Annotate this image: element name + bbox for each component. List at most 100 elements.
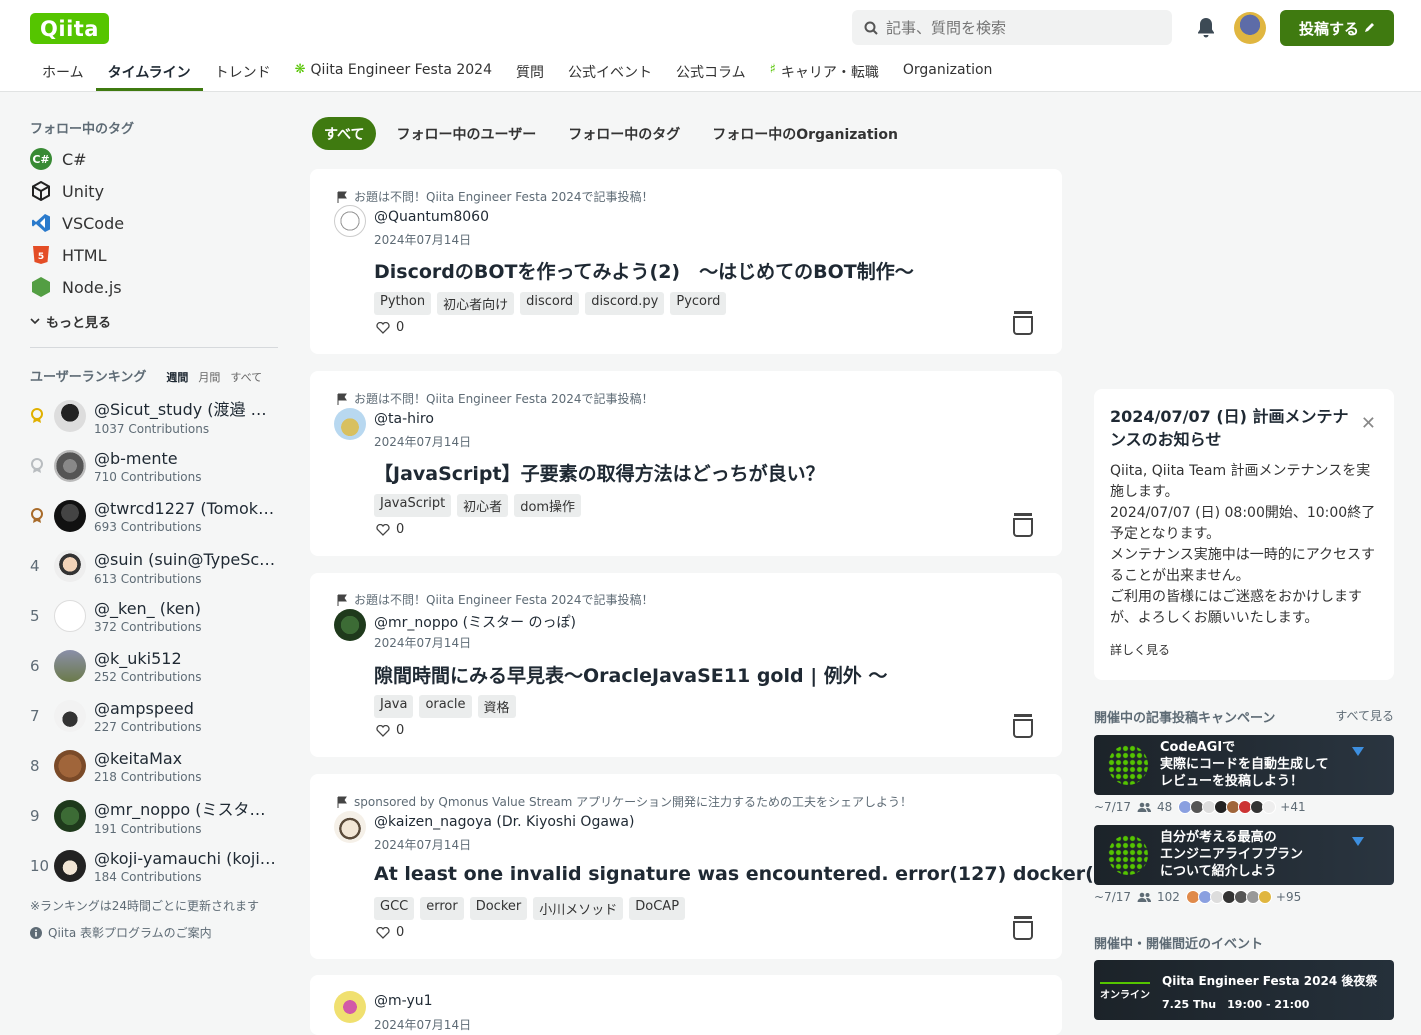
nav-label: トレンド bbox=[214, 65, 271, 81]
tag-item-csharp[interactable]: C# C# bbox=[30, 143, 278, 175]
ranking-note: ※ランキングは24時間ごとに更新されます bbox=[30, 899, 259, 913]
nav-festa[interactable]: ❋ Qiita Engineer Festa 2024 bbox=[283, 56, 504, 91]
unity-icon bbox=[30, 180, 52, 202]
avatar[interactable] bbox=[334, 408, 366, 440]
tag-chip[interactable]: discord.py bbox=[585, 292, 665, 315]
event-banner[interactable]: オンライン Qiita Engineer Festa 2024 後夜祭 7.25… bbox=[1094, 960, 1394, 1020]
filter-following-users[interactable]: フォロー中のユーザー bbox=[384, 117, 548, 150]
campaign-deadline: ~7/17 bbox=[1094, 890, 1132, 904]
campaign-banner[interactable]: 自分が考える最高の エンジニアライフプラン について紹介しよう bbox=[1094, 825, 1394, 885]
article-card[interactable]: お題は不問！Qiita Engineer Festa 2024で記事投稿！ @m… bbox=[310, 573, 1062, 757]
tag-item-nodejs[interactable]: Node.js bbox=[30, 271, 278, 303]
post-button[interactable]: 投稿する bbox=[1280, 10, 1394, 46]
tag-chip[interactable]: 資格 bbox=[477, 695, 516, 718]
tag-chip[interactable]: DoCAP bbox=[629, 897, 686, 920]
article-author[interactable]: @mr_noppo (ミスター のっぽ) bbox=[374, 612, 576, 632]
avatar[interactable] bbox=[334, 205, 366, 237]
show-more-tags[interactable]: もっと見る bbox=[30, 311, 278, 331]
nav-official-column[interactable]: 公式コラム bbox=[664, 56, 758, 91]
tag-chip[interactable]: Python bbox=[374, 292, 432, 315]
tag-chip[interactable]: 初心者 bbox=[457, 494, 509, 517]
program-link-label: Qiita 表彰プログラムのご案内 bbox=[48, 926, 212, 940]
tag-chip[interactable]: GCC bbox=[374, 897, 415, 920]
article-title[interactable]: 【JavaScript】子要素の取得方法はどっちが良い？ bbox=[374, 459, 825, 486]
stock-icon[interactable] bbox=[1012, 512, 1034, 538]
nav-trend[interactable]: トレンド bbox=[203, 56, 283, 91]
nav-home[interactable]: ホーム bbox=[30, 56, 96, 91]
nav-official-events[interactable]: 公式イベント bbox=[556, 56, 664, 91]
tag-chip[interactable]: JavaScript bbox=[374, 494, 452, 517]
avatar[interactable] bbox=[334, 991, 366, 1023]
my-avatar[interactable] bbox=[1234, 12, 1266, 44]
ranking-row[interactable]: 10 @koji-yamauchi (koji yamauchi)184 Con… bbox=[30, 841, 278, 891]
feed-filters: すべて フォロー中のユーザー フォロー中のタグ フォロー中のOrganizati… bbox=[312, 117, 910, 150]
nav-career[interactable]: ♯ キャリア・転職 bbox=[758, 56, 891, 91]
stock-icon[interactable] bbox=[1012, 310, 1034, 336]
article-title[interactable]: DiscordのBOTを作ってみよう(2) 〜はじめてのBOT制作〜 bbox=[374, 257, 914, 284]
close-icon[interactable]: ✕ bbox=[1361, 413, 1376, 434]
ranking-contributions: 693 Contributions bbox=[94, 519, 202, 534]
ranking-row[interactable]: @Sicut_study (渡邉 臣 | AI×Web... 1037 Contr… bbox=[30, 391, 278, 441]
search-box[interactable] bbox=[852, 10, 1172, 45]
article-card[interactable]: お題は不問！Qiita Engineer Festa 2024で記事投稿！ @Q… bbox=[310, 169, 1062, 354]
article-author[interactable]: @Quantum8060 bbox=[374, 209, 489, 225]
tag-chip[interactable]: Docker bbox=[469, 897, 528, 920]
tag-chip[interactable]: error bbox=[420, 897, 464, 920]
triangle-mark-icon bbox=[1352, 837, 1364, 846]
tag-chip[interactable]: 小川メソッド bbox=[533, 897, 624, 920]
nav-organization[interactable]: Organization bbox=[891, 56, 1005, 91]
ranking-row[interactable]: 5 @_ken_ (ken) 372 Contributions bbox=[30, 591, 278, 641]
campaigns-see-all[interactable]: すべて見る bbox=[1335, 707, 1394, 726]
article-card[interactable]: お題は不問！Qiita Engineer Festa 2024で記事投稿！ @t… bbox=[310, 371, 1062, 556]
ranking-row[interactable]: 7 @ampspeed 227 Contributions bbox=[30, 691, 278, 741]
ranking-row[interactable]: 9 @mr_noppo (ミスター のっぽ) 191 Contributions bbox=[30, 791, 278, 841]
program-link[interactable]: Qiita 表彰プログラムのご案内 bbox=[30, 924, 278, 941]
ranking-row[interactable]: 6 @k_uki512 252 Contributions bbox=[30, 641, 278, 691]
article-author[interactable]: @kaizen_nagoya (Dr. Kiyoshi Ogawa) bbox=[374, 814, 634, 830]
context-label: お題は不問！Qiita Engineer Festa 2024で記事投稿！ bbox=[354, 392, 654, 406]
notice-details-link[interactable]: 詳しく見る bbox=[1110, 641, 1378, 658]
filter-all[interactable]: すべて bbox=[312, 117, 377, 150]
article-card[interactable]: sponsored by Qmonus Value Stream アプリケーショ… bbox=[310, 774, 1142, 959]
tag-chip[interactable]: 初心者向け bbox=[437, 292, 515, 315]
tag-chip[interactable]: Java bbox=[374, 695, 414, 718]
flag-icon bbox=[337, 191, 347, 203]
tag-chip[interactable]: dom操作 bbox=[514, 494, 582, 517]
nav-questions[interactable]: 質問 bbox=[504, 56, 556, 91]
nav-timeline[interactable]: タイムライン bbox=[95, 56, 203, 91]
article-title[interactable]: At least one invalid signature was encou… bbox=[374, 863, 1142, 885]
stock-icon[interactable] bbox=[1012, 713, 1034, 739]
ranking-tab-weekly[interactable]: 週間 bbox=[166, 369, 188, 385]
ranking-tab-all[interactable]: すべて bbox=[230, 369, 262, 385]
likes: 0 bbox=[376, 723, 404, 738]
stock-icon[interactable] bbox=[1012, 915, 1034, 941]
like-count: 0 bbox=[396, 522, 405, 537]
tag-item-unity[interactable]: Unity bbox=[30, 175, 278, 207]
article-author[interactable]: @m-yu1 bbox=[374, 993, 433, 1009]
filter-following-orgs[interactable]: フォロー中のOrganization bbox=[700, 117, 910, 150]
events-title: 開催中・開催間近のイベント bbox=[1094, 937, 1264, 952]
article-title[interactable]: 隙間時間にみる早見表〜OracleJavaSE11 gold | 例外 〜 bbox=[374, 661, 887, 688]
nav-label: 公式イベント bbox=[568, 65, 652, 81]
qiita-logo[interactable]: Qiita bbox=[30, 13, 109, 44]
article-card[interactable]: @m-yu1 2024年07月14日 bbox=[310, 975, 1062, 1035]
avatar[interactable] bbox=[334, 609, 366, 641]
ranking-tab-monthly[interactable]: 月間 bbox=[198, 369, 220, 385]
likes: 0 bbox=[376, 925, 404, 940]
article-author[interactable]: @ta-hiro bbox=[374, 411, 434, 427]
bell-icon[interactable] bbox=[1196, 17, 1216, 39]
ranking-row[interactable]: 8 @keitaMax 218 Contributions bbox=[30, 741, 278, 791]
tag-item-html[interactable]: 5 HTML bbox=[30, 239, 278, 271]
campaign-banner[interactable]: CodeAGIで 実際にコードを自動生成して レビューを投稿しよう！ bbox=[1094, 735, 1394, 795]
tag-chip[interactable]: Pycord bbox=[670, 292, 727, 315]
ranking-row[interactable]: 4 @suin (suin@TypeScriptの人) 613 Contribut… bbox=[30, 541, 278, 591]
filter-following-tags[interactable]: フォロー中のタグ bbox=[556, 117, 692, 150]
tag-chip[interactable]: discord bbox=[520, 292, 580, 315]
ranking-row[interactable]: @twrcd1227 (Tomoki Ohashi)693 Contributi… bbox=[30, 491, 278, 541]
ranking-row[interactable]: @b-mente 710 Contributions bbox=[30, 441, 278, 491]
tag-item-vscode[interactable]: VSCode bbox=[30, 207, 278, 239]
avatar[interactable] bbox=[334, 811, 366, 843]
nav-label: ホーム bbox=[42, 65, 84, 81]
tag-chip[interactable]: oracle bbox=[419, 695, 472, 718]
search-input[interactable] bbox=[886, 18, 1146, 37]
